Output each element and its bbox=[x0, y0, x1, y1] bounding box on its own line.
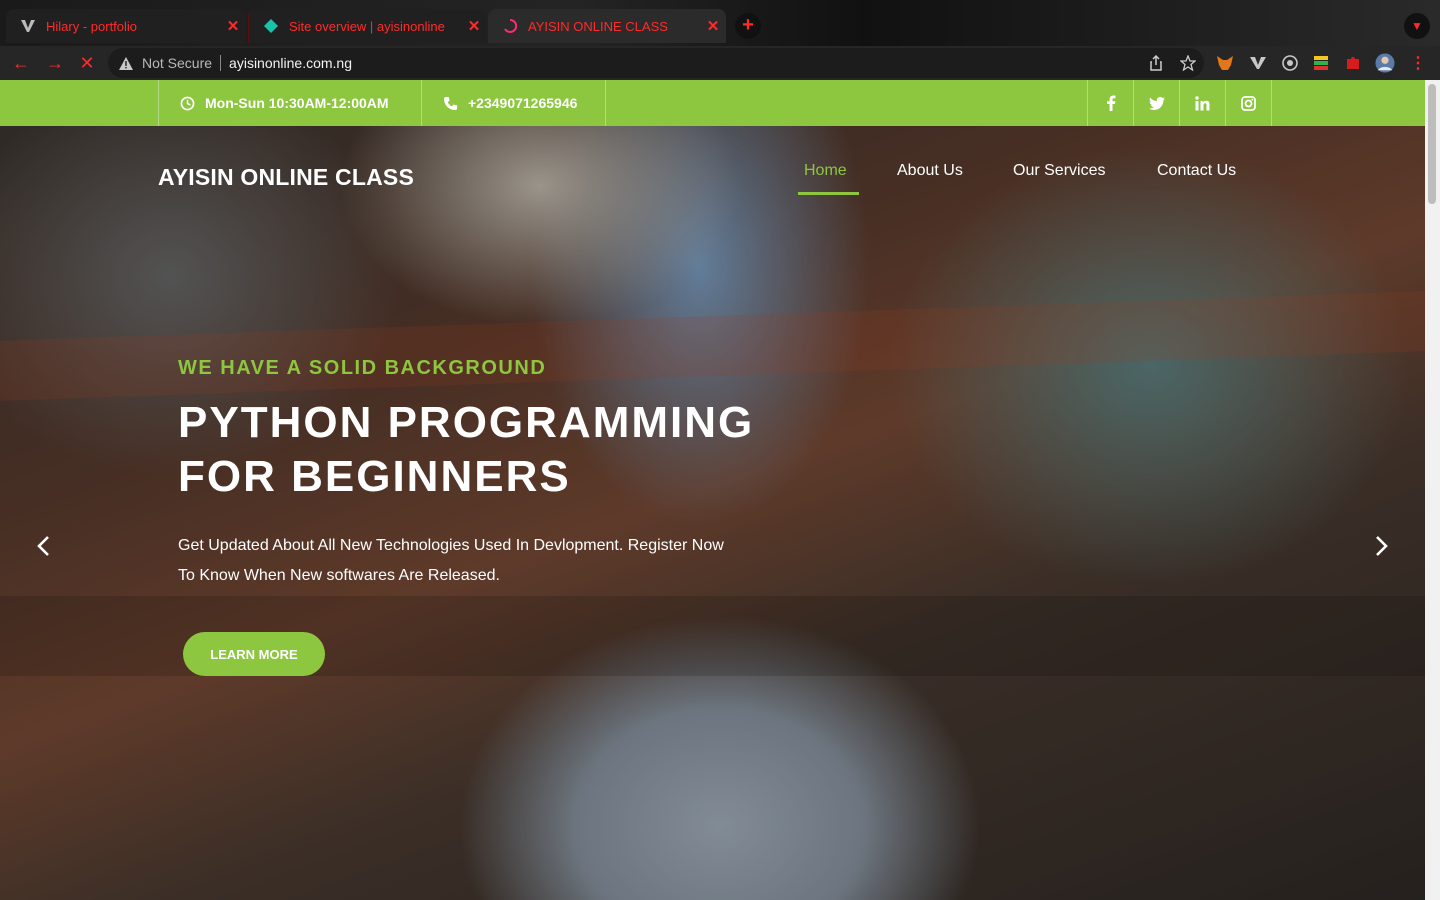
webpage: Mon-Sun 10:30AM-12:00AM +2349071265946 A… bbox=[0, 80, 1425, 900]
url-text[interactable]: ayisinonline.com.ng bbox=[229, 55, 1140, 71]
active-nav-underline bbox=[798, 192, 859, 195]
diamond-icon bbox=[263, 18, 279, 34]
phone-number[interactable]: +2349071265946 bbox=[421, 80, 606, 126]
site-logo[interactable]: AYISIN ONLINE CLASS bbox=[158, 164, 414, 191]
tab-title: Site overview | ayisinonline bbox=[289, 18, 445, 34]
forward-arrow-icon[interactable]: → bbox=[44, 52, 66, 74]
tab-search-icon[interactable]: ▼ bbox=[1404, 13, 1430, 39]
new-tab-button[interactable]: + bbox=[735, 13, 761, 39]
facebook-icon[interactable] bbox=[1087, 80, 1133, 126]
color-blocks-extension-icon[interactable] bbox=[1311, 53, 1331, 73]
browser-tab-active[interactable]: AYISIN ONLINE CLASS ✕ bbox=[488, 9, 726, 43]
profile-avatar[interactable] bbox=[1375, 53, 1395, 73]
headline-line: PYTHON PROGRAMMING bbox=[178, 398, 755, 447]
phone-text: +2349071265946 bbox=[468, 95, 578, 111]
warning-triangle-icon bbox=[118, 55, 134, 71]
top-info-bar: Mon-Sun 10:30AM-12:00AM +2349071265946 bbox=[0, 80, 1425, 126]
hero-headline: PYTHON PROGRAMMING FOR BEGINNERS bbox=[178, 396, 754, 504]
metamask-fox-icon[interactable] bbox=[1215, 53, 1235, 73]
bookmark-star-icon[interactable] bbox=[1172, 48, 1204, 78]
v-logo-icon bbox=[20, 18, 36, 34]
tab-title: Hilary - portfolio bbox=[46, 18, 138, 34]
opening-hours: Mon-Sun 10:30AM-12:00AM bbox=[158, 80, 421, 126]
loading-spinner-icon bbox=[502, 18, 518, 34]
back-arrow-icon[interactable]: ← bbox=[10, 52, 32, 74]
hero-description: Get Updated About All New Technologies U… bbox=[178, 531, 778, 591]
close-tab-icon[interactable]: ✕ bbox=[220, 17, 246, 35]
phone-icon bbox=[442, 95, 458, 111]
security-label[interactable]: Not Secure bbox=[142, 55, 212, 71]
instagram-icon[interactable] bbox=[1225, 80, 1272, 126]
hero-kicker: WE HAVE A SOLID BACKGROUND bbox=[178, 357, 547, 379]
address-bar[interactable]: Not Secure ayisinonline.com.ng bbox=[108, 48, 1204, 78]
vimeo-v-icon[interactable] bbox=[1248, 53, 1268, 73]
tab-title: AYISIN ONLINE CLASS bbox=[528, 18, 668, 34]
red-puzzle-extension-icon[interactable] bbox=[1343, 53, 1363, 73]
nav-about-us[interactable]: About Us bbox=[897, 162, 963, 180]
target-extension-icon[interactable] bbox=[1280, 53, 1300, 73]
close-tab-icon[interactable]: ✕ bbox=[700, 17, 726, 35]
description-line: Get Updated About All New Technologies U… bbox=[178, 537, 724, 554]
close-tab-icon[interactable]: ✕ bbox=[461, 17, 487, 35]
scrollbar-thumb[interactable] bbox=[1428, 84, 1436, 204]
page-scrollbar[interactable] bbox=[1425, 80, 1440, 900]
chevron-left-icon[interactable] bbox=[28, 531, 58, 561]
linkedin-icon[interactable] bbox=[1179, 80, 1225, 126]
chevron-right-icon[interactable] bbox=[1367, 531, 1397, 561]
divider bbox=[220, 55, 222, 71]
clock-icon bbox=[179, 95, 195, 111]
browser-menu-icon[interactable]: ⋮ bbox=[1408, 53, 1428, 73]
headline-line: FOR BEGINNERS bbox=[178, 452, 571, 501]
nav-home[interactable]: Home bbox=[804, 162, 847, 180]
nav-contact-us[interactable]: Contact Us bbox=[1157, 162, 1236, 180]
hours-text: Mon-Sun 10:30AM-12:00AM bbox=[205, 95, 389, 111]
browser-tab[interactable]: Site overview | ayisinonline ✕ bbox=[248, 9, 487, 43]
browser-toolbar: ← → ✕ Not Secure ayisinonline.com.ng ⋮ bbox=[0, 46, 1440, 80]
hero-slider: AYISIN ONLINE CLASS Home About Us Our Se… bbox=[0, 126, 1425, 900]
browser-tab-bar: Hilary - portfolio ✕ Site overview | ayi… bbox=[0, 0, 1440, 46]
browser-tab[interactable]: Hilary - portfolio ✕ bbox=[6, 9, 246, 43]
learn-more-button[interactable]: LEARN MORE bbox=[183, 632, 325, 676]
nav-our-services[interactable]: Our Services bbox=[1013, 162, 1105, 180]
twitter-icon[interactable] bbox=[1133, 80, 1179, 126]
stop-loading-icon[interactable]: ✕ bbox=[76, 52, 98, 74]
share-icon[interactable] bbox=[1140, 48, 1172, 78]
description-line: To Know When New softwares Are Released. bbox=[178, 567, 500, 584]
